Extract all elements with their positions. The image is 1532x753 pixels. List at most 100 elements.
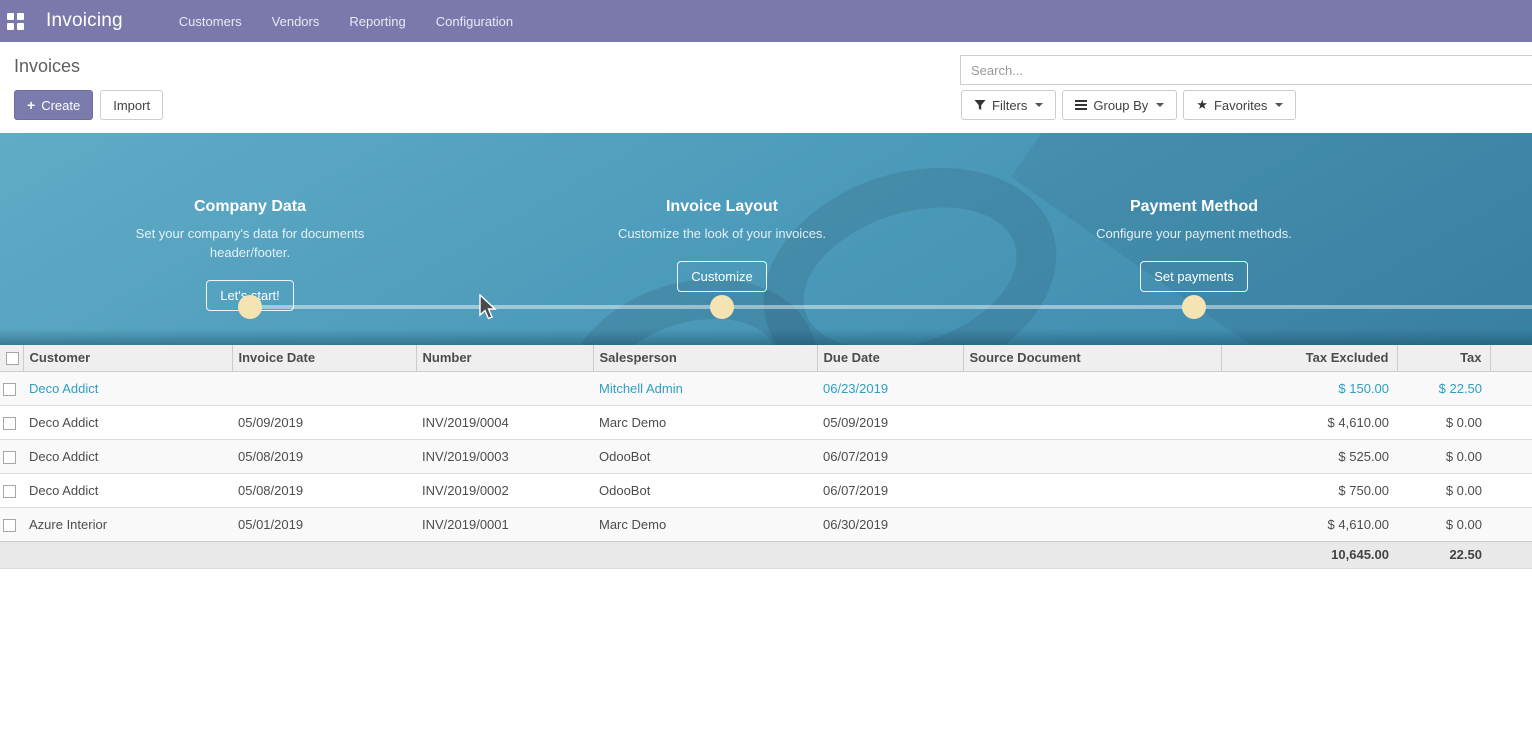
column-header-tax[interactable]: Tax bbox=[1397, 345, 1490, 371]
totals-row: 10,645.00 22.50 bbox=[0, 541, 1532, 568]
step-description: Configure your payment methods. bbox=[1079, 225, 1309, 244]
cell-invoice-date[interactable]: 05/08/2019 bbox=[232, 473, 416, 507]
caret-down-icon bbox=[1156, 103, 1164, 107]
row-checkbox[interactable] bbox=[3, 417, 16, 430]
navbar-menu: Customers Vendors Reporting Configuratio… bbox=[179, 14, 513, 29]
cell-number[interactable]: INV/2019/0002 bbox=[416, 473, 593, 507]
step-dot-icon bbox=[710, 295, 734, 319]
create-button[interactable]: + Create bbox=[14, 90, 93, 120]
column-header-spacer bbox=[1490, 345, 1532, 371]
step-description: Customize the look of your invoices. bbox=[607, 225, 837, 244]
cell-salesperson[interactable]: OdooBot bbox=[593, 439, 817, 473]
favorites-button[interactable]: ★ Favorites bbox=[1183, 90, 1296, 120]
step-title: Payment Method bbox=[1054, 198, 1334, 216]
cell-invoice-date[interactable] bbox=[232, 371, 416, 405]
column-header-customer[interactable]: Customer bbox=[23, 345, 232, 371]
row-checkbox[interactable] bbox=[3, 383, 16, 396]
step-description: Set your company's data for documents he… bbox=[135, 225, 365, 263]
cell-source-document[interactable] bbox=[963, 405, 1221, 439]
step-dot-icon bbox=[238, 295, 262, 319]
step-dot-icon bbox=[1182, 295, 1206, 319]
cell-source-document[interactable] bbox=[963, 473, 1221, 507]
onboarding-banner: Company Data Set your company's data for… bbox=[0, 133, 1532, 345]
search-input[interactable] bbox=[960, 55, 1532, 85]
table-header-row: Customer Invoice Date Number Salesperson… bbox=[0, 345, 1532, 371]
filters-button[interactable]: Filters bbox=[961, 90, 1056, 120]
select-all-checkbox[interactable] bbox=[6, 352, 19, 365]
top-navbar: Invoicing Customers Vendors Reporting Co… bbox=[0, 0, 1532, 42]
invoice-table-body: Deco Addict Mitchell Admin 06/23/2019 $ … bbox=[0, 371, 1532, 541]
column-header-due-date[interactable]: Due Date bbox=[817, 345, 963, 371]
total-tax: 22.50 bbox=[1397, 541, 1490, 568]
cell-salesperson[interactable]: Marc Demo bbox=[593, 405, 817, 439]
cell-tax-excluded[interactable]: $ 750.00 bbox=[1221, 473, 1397, 507]
cell-invoice-date[interactable]: 05/01/2019 bbox=[232, 507, 416, 541]
column-header-number[interactable]: Number bbox=[416, 345, 593, 371]
row-checkbox[interactable] bbox=[3, 451, 16, 464]
column-header-salesperson[interactable]: Salesperson bbox=[593, 345, 817, 371]
caret-down-icon bbox=[1035, 103, 1043, 107]
cell-customer[interactable]: Deco Addict bbox=[23, 405, 232, 439]
menu-reporting[interactable]: Reporting bbox=[349, 14, 405, 29]
cell-customer[interactable]: Deco Addict bbox=[23, 439, 232, 473]
cell-source-document[interactable] bbox=[963, 507, 1221, 541]
column-header-source-document[interactable]: Source Document bbox=[963, 345, 1221, 371]
cell-tax-excluded[interactable]: $ 525.00 bbox=[1221, 439, 1397, 473]
invoice-row[interactable]: Deco Addict 05/08/2019 INV/2019/0003 Odo… bbox=[0, 439, 1532, 473]
cell-tax-excluded[interactable]: $ 150.00 bbox=[1221, 371, 1397, 405]
app-title: Invoicing bbox=[46, 10, 123, 32]
cell-due-date[interactable]: 06/30/2019 bbox=[817, 507, 963, 541]
menu-configuration[interactable]: Configuration bbox=[436, 14, 513, 29]
invoicing-app-screen: Invoicing Customers Vendors Reporting Co… bbox=[0, 0, 1532, 753]
invoice-table: Customer Invoice Date Number Salesperson… bbox=[0, 345, 1532, 569]
invoice-row[interactable]: Deco Addict 05/09/2019 INV/2019/0004 Mar… bbox=[0, 405, 1532, 439]
onboarding-step-payment-method: Payment Method Configure your payment me… bbox=[1054, 133, 1334, 345]
cell-tax[interactable]: $ 0.00 bbox=[1397, 507, 1490, 541]
cell-due-date[interactable]: 06/23/2019 bbox=[817, 371, 963, 405]
cell-source-document[interactable] bbox=[963, 439, 1221, 473]
cell-tax[interactable]: $ 0.00 bbox=[1397, 439, 1490, 473]
apps-grid-icon[interactable] bbox=[7, 13, 24, 30]
cell-tax-excluded[interactable]: $ 4,610.00 bbox=[1221, 405, 1397, 439]
step-title: Company Data bbox=[110, 198, 390, 216]
cell-number[interactable]: INV/2019/0003 bbox=[416, 439, 593, 473]
set-payments-button[interactable]: Set payments bbox=[1140, 261, 1248, 292]
cell-number[interactable]: INV/2019/0004 bbox=[416, 405, 593, 439]
invoice-row[interactable]: Azure Interior 05/01/2019 INV/2019/0001 … bbox=[0, 507, 1532, 541]
cell-source-document[interactable] bbox=[963, 371, 1221, 405]
group-by-button[interactable]: Group By bbox=[1062, 90, 1177, 120]
column-header-invoice-date[interactable]: Invoice Date bbox=[232, 345, 416, 371]
import-button[interactable]: Import bbox=[100, 90, 163, 120]
cell-due-date[interactable]: 05/09/2019 bbox=[817, 405, 963, 439]
cell-salesperson[interactable]: Marc Demo bbox=[593, 507, 817, 541]
cell-due-date[interactable]: 06/07/2019 bbox=[817, 439, 963, 473]
cell-customer[interactable]: Deco Addict bbox=[23, 473, 232, 507]
menu-customers[interactable]: Customers bbox=[179, 14, 242, 29]
cell-tax[interactable]: $ 0.00 bbox=[1397, 405, 1490, 439]
column-header-tax-excluded[interactable]: Tax Excluded bbox=[1221, 345, 1397, 371]
step-title: Invoice Layout bbox=[582, 198, 862, 216]
cell-invoice-date[interactable]: 05/08/2019 bbox=[232, 439, 416, 473]
onboarding-progress-line bbox=[250, 305, 1532, 309]
invoice-row[interactable]: Deco Addict Mitchell Admin 06/23/2019 $ … bbox=[0, 371, 1532, 405]
cell-tax[interactable]: $ 22.50 bbox=[1397, 371, 1490, 405]
menu-vendors[interactable]: Vendors bbox=[272, 14, 320, 29]
cell-customer[interactable]: Deco Addict bbox=[23, 371, 232, 405]
cell-customer[interactable]: Azure Interior bbox=[23, 507, 232, 541]
control-panel: Invoices + Create Import Filters bbox=[0, 42, 1532, 133]
funnel-icon bbox=[974, 99, 986, 111]
customize-button[interactable]: Customize bbox=[677, 261, 766, 292]
search-box bbox=[960, 55, 1532, 85]
cell-invoice-date[interactable]: 05/09/2019 bbox=[232, 405, 416, 439]
cell-number[interactable] bbox=[416, 371, 593, 405]
invoice-row[interactable]: Deco Addict 05/08/2019 INV/2019/0002 Odo… bbox=[0, 473, 1532, 507]
onboarding-step-company-data: Company Data Set your company's data for… bbox=[110, 133, 390, 345]
row-checkbox[interactable] bbox=[3, 485, 16, 498]
cell-tax[interactable]: $ 0.00 bbox=[1397, 473, 1490, 507]
cell-tax-excluded[interactable]: $ 4,610.00 bbox=[1221, 507, 1397, 541]
row-checkbox[interactable] bbox=[3, 519, 16, 532]
cell-salesperson[interactable]: OdooBot bbox=[593, 473, 817, 507]
cell-salesperson[interactable]: Mitchell Admin bbox=[593, 371, 817, 405]
cell-due-date[interactable]: 06/07/2019 bbox=[817, 473, 963, 507]
cell-number[interactable]: INV/2019/0001 bbox=[416, 507, 593, 541]
